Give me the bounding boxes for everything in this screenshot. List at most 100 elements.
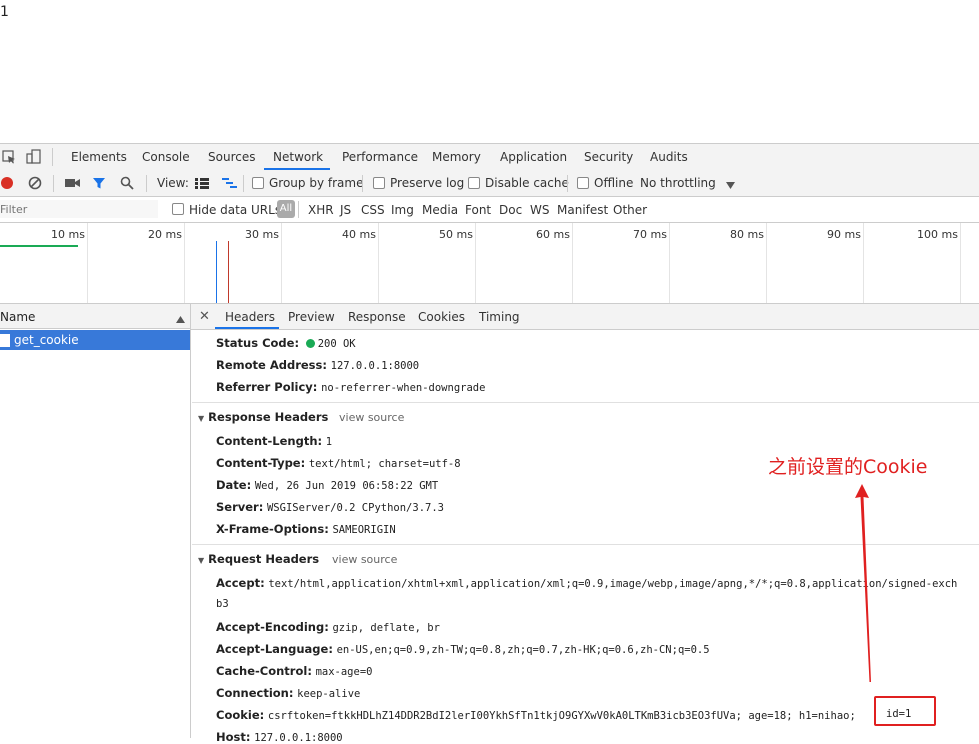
timeline-tick: 30 ms [245,228,279,241]
response-headers-section-toggle[interactable]: ▼ Response Headers [198,410,328,424]
filter-bar: Hide data URLs All XHR JS CSS Img Media … [0,197,979,223]
domcontentloaded-marker [216,241,217,303]
inspect-element-icon[interactable] [2,150,16,167]
response-view-source-link[interactable]: view source [339,411,404,424]
filter-type-xhr[interactable]: XHR [308,203,334,217]
hide-data-urls-checkbox[interactable] [172,203,184,215]
detail-tabbar: ✕ Headers Preview Response Cookies Timin… [191,304,979,330]
close-icon[interactable]: ✕ [199,309,210,324]
filter-type-ws[interactable]: WS [530,203,549,217]
timeline-tick: 80 ms [730,228,764,241]
filter-type-all[interactable]: All [277,200,295,218]
timeline-tick: 40 ms [342,228,376,241]
disable-cache-checkbox[interactable] [468,177,480,189]
filter-type-doc[interactable]: Doc [499,203,522,217]
view-label: View: [157,176,189,190]
group-by-frame-checkbox[interactable] [252,177,264,189]
large-rows-list-icon[interactable] [195,178,209,192]
devtools-main-tabbar: Elements Console Sources Network Perform… [0,143,979,172]
filter-type-img[interactable]: Img [391,203,414,217]
triangle-down-icon: ▼ [198,414,205,423]
annotation-highlight-box [874,696,936,726]
host-header-row: Host: 127.0.0.1:8000 [216,730,343,744]
header-row: Accept-Language: en-US,en;q=0.9,zh-TW;q=… [216,642,710,656]
header-row: X-Frame-Options: SAMEORIGIN [216,522,396,536]
request-view-source-link[interactable]: view source [332,553,397,566]
filter-type-css[interactable]: CSS [361,203,385,217]
timeline-tick: 70 ms [633,228,667,241]
header-row: Accept-Encoding: gzip, deflate, br [216,620,440,634]
filter-type-other[interactable]: Other [613,203,647,217]
tab-cookies[interactable]: Cookies [418,310,465,324]
triangle-down-icon: ▼ [198,556,205,565]
request-name: get_cookie [14,333,79,347]
search-icon[interactable] [120,176,134,193]
tab-memory[interactable]: Memory [432,150,481,164]
tab-sources[interactable]: Sources [208,150,255,164]
filter-input[interactable] [0,200,158,218]
header-row: Server: WSGIServer/0.2 CPython/3.7.3 [216,500,444,514]
tab-elements[interactable]: Elements [71,150,127,164]
screenshot-camera-icon[interactable] [65,177,81,192]
preserve-log-checkbox[interactable] [373,177,385,189]
page-body-text: 1 [0,4,9,20]
waterfall-overview-icon[interactable] [222,178,238,192]
chevron-down-icon[interactable] [726,179,736,193]
timeline-tick: 10 ms [51,228,85,241]
filter-type-font[interactable]: Font [465,203,491,217]
sort-ascending-icon [176,312,185,326]
tab-console[interactable]: Console [142,150,190,164]
request-timing-bar [0,245,78,247]
header-row: Connection: keep-alive [216,686,361,700]
document-file-icon [0,334,10,347]
clear-icon[interactable] [28,176,42,193]
referrer-policy-row: Referrer Policy: no-referrer-when-downgr… [216,380,486,394]
remote-address-row: Remote Address: 127.0.0.1:8000 [216,358,420,372]
offline-checkbox[interactable] [577,177,589,189]
timeline-tick: 100 ms [917,228,958,241]
group-by-frame-label: Group by frame [269,176,364,190]
timeline-tick: 60 ms [536,228,570,241]
status-code-row: Status Code: 200 OK [216,336,356,350]
record-icon[interactable] [0,176,14,193]
name-column-header[interactable]: Name [0,304,190,329]
timeline-tick: 20 ms [148,228,182,241]
load-event-marker [228,241,229,303]
throttling-select[interactable]: No throttling [640,176,716,190]
tab-headers[interactable]: Headers [225,310,275,324]
name-header-label: Name [0,310,36,324]
offline-label: Offline [594,176,634,190]
device-toolbar-icon[interactable] [26,149,42,168]
tab-response[interactable]: Response [348,310,406,324]
timeline-overview[interactable]: 10 ms 20 ms 30 ms 40 ms 50 ms 60 ms 70 m… [0,223,979,304]
filter-type-js[interactable]: JS [340,203,351,217]
tab-timing[interactable]: Timing [479,310,520,324]
network-toolbar: View: Group by frame Preserve log Disabl… [0,171,979,197]
tab-network[interactable]: Network [273,150,323,164]
header-row: Content-Length: 1 [216,434,333,448]
request-row[interactable]: get_cookie [0,330,190,350]
filter-funnel-icon[interactable] [92,176,106,193]
tab-performance[interactable]: Performance [342,150,418,164]
header-row: Content-Type: text/html; charset=utf-8 [216,456,461,470]
annotation-arrow-icon [855,484,871,682]
active-tab-indicator [264,168,330,170]
accept-header-wrap: b3 [216,598,229,610]
active-detail-tab-indicator [215,327,279,329]
filter-type-media[interactable]: Media [422,203,458,217]
disable-cache-label: Disable cache [485,176,569,190]
accept-header-row: Accept: text/html,application/xhtml+xml,… [216,576,958,590]
tab-security[interactable]: Security [584,150,633,164]
filter-type-manifest[interactable]: Manifest [557,203,608,217]
timeline-tick: 90 ms [827,228,861,241]
status-ok-dot-icon [305,339,315,348]
header-row: Cache-Control: max-age=0 [216,664,373,678]
tab-application[interactable]: Application [500,150,567,164]
timeline-tick: 50 ms [439,228,473,241]
tab-preview[interactable]: Preview [288,310,335,324]
header-row: Date: Wed, 26 Jun 2019 06:58:22 GMT [216,478,439,492]
tab-audits[interactable]: Audits [650,150,688,164]
request-headers-section-toggle[interactable]: ▼ Request Headers [198,552,319,566]
preserve-log-label: Preserve log [390,176,465,190]
annotation-label: 之前设置的Cookie [768,456,928,478]
